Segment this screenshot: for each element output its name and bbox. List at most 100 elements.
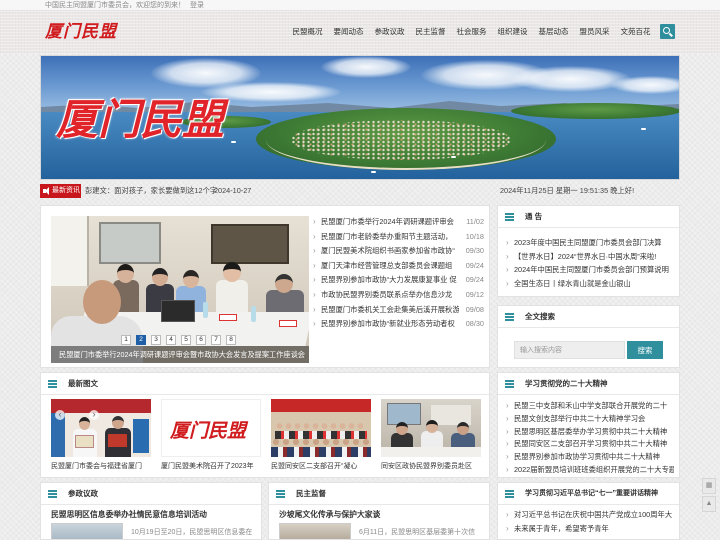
slider-caption[interactable]: 民盟厦门市委举行2024年调研课题评审会暨市政协大会发言及提案工作座谈会 <box>51 346 309 363</box>
carousel-next-arrow-icon[interactable]: › <box>89 410 99 420</box>
slider-page[interactable]: 6 <box>196 335 206 345</box>
list-item[interactable]: › 对习近平总书记在庆祝中国共产党成立100周年大 <box>506 508 674 522</box>
slide-laptop <box>161 300 195 322</box>
slider-page[interactable]: 1 <box>121 335 131 345</box>
list-item-title[interactable]: 未来属于青年，希望寄予青年 <box>514 522 674 536</box>
chevron-right-icon: › <box>506 426 509 436</box>
nav-item-politics[interactable]: 参政议政 <box>369 25 410 39</box>
notice-title[interactable]: 全国生态日丨绿水青山就是金山银山 <box>514 277 674 291</box>
notice-title[interactable]: 2024年中国民主同盟厦门市委员会部门预算说明 <box>514 263 674 277</box>
news-item[interactable]: › 厦门天津市经营管理总支部委员会课题组 09/24 <box>313 258 484 274</box>
photo-card[interactable]: 厦门民盟 厦门民盟美术院召开了2023年 <box>161 399 261 477</box>
photo-card-caption[interactable]: 民盟厦门市委会与福建省厦门 <box>51 461 151 473</box>
study-20th-panel: 学习贯彻党的二十大精神 › 民盟三中支部和禾山中学支部联合开展党的二十 › 民盟文创… <box>497 372 680 478</box>
slider-page[interactable]: 8 <box>226 335 236 345</box>
photo-card[interactable]: 民盟同安区二支部召开“凝心 <box>271 399 371 477</box>
panel-title[interactable]: 最新图文 <box>68 373 98 395</box>
list-item[interactable]: › 未来属于青年，希望寄予青年 <box>506 522 674 536</box>
list-item[interactable]: › 民盟界别参加市政协学习贯彻中共二十大精神 <box>506 451 674 464</box>
list-item[interactable]: › 民盟思明区基层委举办学习贯彻中共二十大精神 <box>506 426 674 439</box>
list-item-title[interactable]: 2022届新盟员培训班班委组织开展党的二十大专题 <box>514 464 674 477</box>
list-item-title[interactable]: 对习近平总书记在庆祝中国共产党成立100周年大 <box>514 508 674 522</box>
ticker-label: 最新资讯 <box>40 184 81 198</box>
news-title[interactable]: 民盟厦门市委举行2024年调研课题评审会 <box>321 215 459 230</box>
nav-item-service[interactable]: 社会服务 <box>451 25 492 39</box>
news-item[interactable]: › 民盟厦门市委举行2024年调研课题评审会 11/02 <box>313 215 484 230</box>
nav-item-culture[interactable]: 文苑百花 <box>615 25 656 39</box>
nav-item-members[interactable]: 盟员风采 <box>574 25 615 39</box>
news-title[interactable]: 民盟厦门市委机关工会赴集美后溪开展秋游活动 <box>321 303 459 318</box>
slider-page[interactable]: 3 <box>151 335 161 345</box>
panel-title[interactable]: 学习贯彻党的二十大精神 <box>525 373 608 395</box>
panel-title[interactable]: 民主监督 <box>296 483 326 505</box>
list-item-title[interactable]: 民盟三中支部和禾山中学支部联合开展党的二十 <box>514 400 674 413</box>
article-thumbnail[interactable] <box>279 523 351 539</box>
photo-card-caption[interactable]: 民盟同安区二支部召开“凝心 <box>271 461 371 473</box>
ticker-date: 2024-10-27 <box>214 186 252 195</box>
news-title[interactable]: 市政协民盟界别委员联系点举办信息沙龙 <box>321 288 459 303</box>
nav-item-organization[interactable]: 组织建设 <box>492 25 533 39</box>
slider-page[interactable]: 4 <box>166 335 176 345</box>
news-item[interactable]: › 民盟厦门市委机关工会赴集美后溪开展秋游活动 09/08 <box>313 302 484 318</box>
list-item-title[interactable]: 民盟思明区基层委举办学习贯彻中共二十大精神 <box>514 426 674 439</box>
speaker-icon <box>43 187 49 195</box>
study-71-panel: 学习贯彻习近平总书记“七一”重要讲话精神 › 对习近平总书记在庆祝中国共产党成立1… <box>497 482 680 540</box>
nav-item-news[interactable]: 要闻动态 <box>328 25 369 39</box>
panel-title[interactable]: 学习贯彻习近平总书记“七一”重要讲话精神 <box>525 483 658 505</box>
notice-title[interactable]: 【世界水日】2024“世界水日·中国水周”来啦! <box>514 250 674 264</box>
notice-title[interactable]: 2023年度中国民主同盟厦门市委员会部门决算 <box>514 236 674 250</box>
article-thumbnail[interactable] <box>51 523 123 539</box>
news-item[interactable]: › 厦门民盟美术院组织书画家参加省市政协“ 09/30 <box>313 244 484 259</box>
photo-card-caption[interactable]: 同安区政协民盟界别委员赴区 <box>381 461 481 473</box>
menu-icon <box>48 380 57 382</box>
news-date: 09/30 <box>462 244 484 259</box>
nav-item-grassroots[interactable]: 基层动态 <box>533 25 574 39</box>
image-slider[interactable]: 1 2 3 4 5 6 7 8 民盟厦门市委举行2024年调研课题评审会暨市政协… <box>51 216 309 363</box>
news-title[interactable]: 民盟厦门市老龄委举办重阳节主题活动， <box>321 230 459 245</box>
news-title[interactable]: 厦门天津市经营管理总支部委员会课题组 <box>321 259 459 274</box>
notice-item[interactable]: › 【世界水日】2024“世界水日·中国水周”来啦! <box>506 250 674 264</box>
slide-board <box>99 222 161 264</box>
photo-card[interactable]: ‹ › 民盟厦门市委会与福建省厦门 <box>51 399 151 477</box>
slider-page[interactable]: 7 <box>211 335 221 345</box>
panel-title[interactable]: 通 告 <box>525 206 542 228</box>
list-item-title[interactable]: 民盟界别参加市政协学习贯彻中共二十大精神 <box>514 451 674 464</box>
search-input[interactable] <box>514 341 625 359</box>
nav-item-overview[interactable]: 民盟概况 <box>287 25 328 39</box>
search-submit-button[interactable]: 搜索 <box>627 341 663 359</box>
list-item-title[interactable]: 民盟文创支部举行中共二十大精神学习会 <box>514 413 674 426</box>
slider-page[interactable]: 2 <box>136 335 146 345</box>
news-title[interactable]: 民盟界别参加市政协“新就业形态劳动者权 <box>321 317 459 332</box>
news-date: 09/24 <box>462 273 484 288</box>
list-item[interactable]: › 民盟文创支部举行中共二十大精神学习会 <box>506 413 674 426</box>
article-headline[interactable]: 沙坡尾文化传承与保护大家谈 <box>279 509 380 520</box>
carousel-prev-arrow-icon[interactable]: ‹ <box>55 410 65 420</box>
news-item[interactable]: › 民盟界别参加市政协“大力发展康复事业 促 09/24 <box>313 273 484 288</box>
news-item[interactable]: › 民盟厦门市老龄委举办重阳节主题活动， 10/18 <box>313 229 484 245</box>
notice-item[interactable]: › 2023年度中国民主同盟厦门市委员会部门决算 <box>506 236 674 250</box>
news-title[interactable]: 厦门民盟美术院组织书画家参加省市政协“ <box>321 244 459 259</box>
header-search-button[interactable] <box>660 24 675 39</box>
news-item[interactable]: › 民盟界别参加市政协“新就业形态劳动者权 08/30 <box>313 317 484 332</box>
photo-card[interactable]: 同安区政协民盟界别委员赴区 <box>381 399 481 477</box>
notice-item[interactable]: › 全国生态日丨绿水青山就是金山银山 <box>506 277 674 291</box>
photo-card-caption[interactable]: 厦门民盟美术院召开了2023年 <box>161 461 261 473</box>
panel-title[interactable]: 参政议政 <box>68 483 98 505</box>
ticker-headline[interactable]: 彭建文：面对孩子，家长要做到这12个字 <box>85 184 217 198</box>
login-link[interactable]: 登录 <box>190 1 204 10</box>
list-item[interactable]: › 民盟三中支部和禾山中学支部联合开展党的二十 <box>506 400 674 413</box>
side-qr-button[interactable]: ▦ <box>702 478 716 494</box>
notice-item[interactable]: › 2024年中国民主同盟厦门市委员会部门预算说明 <box>506 263 674 277</box>
news-item[interactable]: › 市政协民盟界别委员联系点举办信息沙龙 09/12 <box>313 287 484 303</box>
list-item[interactable]: › 民盟同安区二支部召开学习贯彻中共二十大精神 <box>506 438 674 451</box>
article-headline[interactable]: 民盟思明区信息委举办社情民意信息培训活动 <box>51 509 207 520</box>
top-bar: 中国民主同盟厦门市委员会，欢迎您的到来！ 登录 <box>0 0 720 11</box>
list-item-title[interactable]: 民盟同安区二支部召开学习贯彻中共二十大精神 <box>514 438 674 451</box>
slider-page[interactable]: 5 <box>181 335 191 345</box>
news-title[interactable]: 民盟界别参加市政协“大力发展康复事业 促 <box>321 273 459 288</box>
chevron-right-icon: › <box>506 265 509 275</box>
site-logo[interactable]: 厦门民盟 <box>45 17 117 42</box>
list-item[interactable]: › 2022届新盟员培训班班委组织开展党的二十大专题 <box>506 464 674 477</box>
nav-item-supervision[interactable]: 民主监督 <box>410 25 451 39</box>
back-to-top-button[interactable]: ▲ <box>702 496 716 512</box>
